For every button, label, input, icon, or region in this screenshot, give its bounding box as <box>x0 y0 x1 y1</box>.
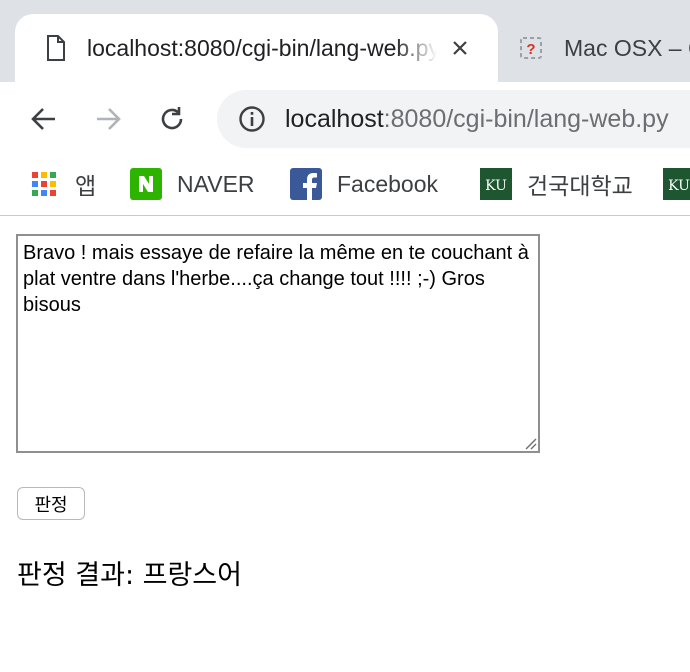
bookmark-label: 건국대학교 <box>527 173 633 199</box>
bookmark-ku-2[interactable]: KU <box>663 164 690 204</box>
tab-inactive[interactable]: ? Mac OSX – Cyb <box>500 14 690 82</box>
reload-icon <box>161 107 183 130</box>
document-icon <box>43 33 69 63</box>
url-path: :8080/cgi-bin/lang-web.py <box>383 104 669 133</box>
judge-button[interactable]: 판정 <box>17 487 85 520</box>
bookmark-label: NAVER <box>177 170 255 197</box>
svg-text:KU: KU <box>668 178 690 194</box>
bookmark-apps[interactable]: 앱 <box>28 164 96 204</box>
svg-text:KU: KU <box>485 178 507 194</box>
bookmark-naver[interactable]: NAVER <box>130 164 255 204</box>
result-text: 판정 결과: 프랑스어 <box>17 560 242 591</box>
address-bar[interactable]: localhost:8080/cgi-bin/lang-web.py <box>217 90 690 148</box>
tab-active[interactable]: localhost:8080/cgi-bin/lang-web.py <box>15 14 498 82</box>
info-icon[interactable] <box>237 104 267 134</box>
url-host: localhost <box>285 104 384 133</box>
tab-title: Mac OSX – Cyb <box>564 34 690 61</box>
apps-grid-icon <box>28 168 60 200</box>
url-text: localhost:8080/cgi-bin/lang-web.py <box>285 105 669 134</box>
bookmark-ku[interactable]: KU 건국대학교 <box>480 164 633 204</box>
close-icon[interactable] <box>447 35 473 61</box>
puzzle-error-icon: ? <box>518 33 544 63</box>
resize-handle-icon[interactable] <box>520 433 538 451</box>
page-content: Bravo ! mais essaye de refaire la même e… <box>0 217 690 672</box>
back-arrow-icon <box>31 108 55 130</box>
ku-icon: KU <box>480 168 512 200</box>
reload-button[interactable] <box>152 99 192 139</box>
bookmark-facebook[interactable]: Facebook <box>290 164 438 204</box>
browser-toolbar: localhost:8080/cgi-bin/lang-web.py <box>0 82 690 156</box>
bookmark-label: 앱 <box>75 173 97 199</box>
tab-title: localhost:8080/cgi-bin/lang-web.py <box>87 34 437 61</box>
text-input[interactable]: Bravo ! mais essaye de refaire la même e… <box>16 234 540 453</box>
back-button[interactable] <box>24 99 64 139</box>
svg-text:?: ? <box>526 41 535 58</box>
naver-icon <box>130 168 162 200</box>
ku-icon: KU <box>663 168 690 200</box>
bookmark-label: Facebook <box>337 170 439 197</box>
facebook-icon <box>290 168 322 200</box>
bookmarks-bar: 앱 NAVER Facebook KU 건국대학교 KU <box>0 156 690 216</box>
forward-button[interactable] <box>88 99 128 139</box>
tab-strip: localhost:8080/cgi-bin/lang-web.py ? Mac… <box>0 0 690 82</box>
forward-arrow-icon <box>97 108 121 130</box>
